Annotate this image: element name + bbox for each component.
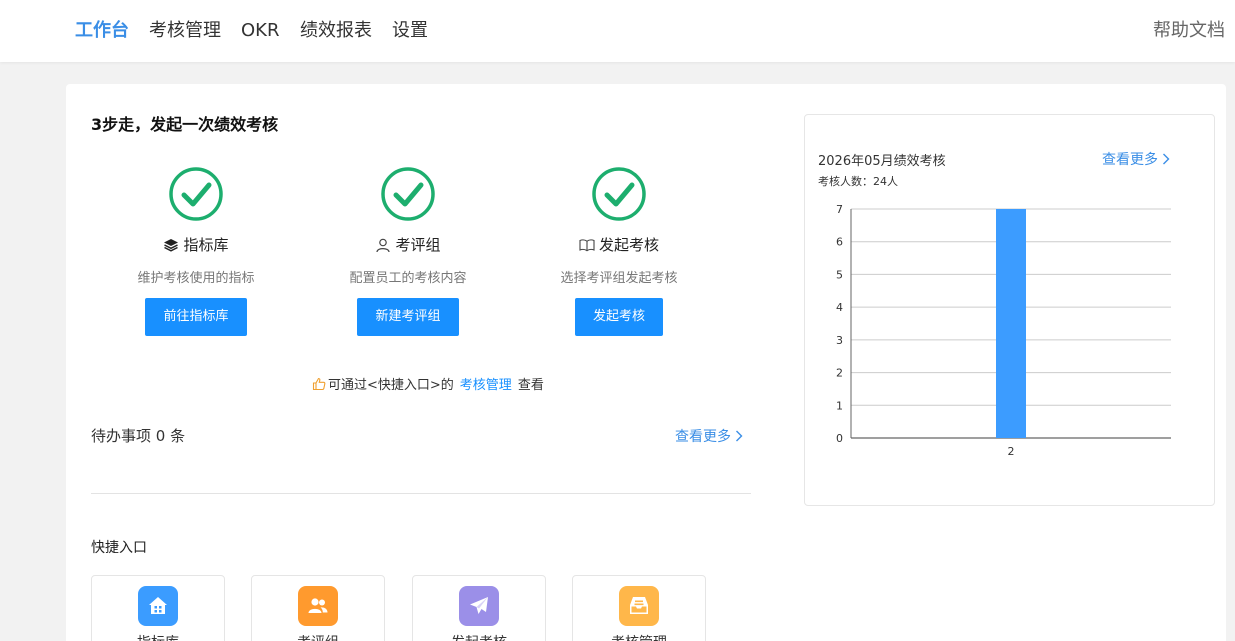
step-name: 考评组 (395, 236, 441, 254)
quick-entry-assessment-management[interactable]: 考核管理 (572, 575, 706, 641)
quick-entry-evaluation-group[interactable]: 考评组 (251, 575, 385, 641)
new-evaluation-group-button[interactable]: 新建考评组 (357, 298, 459, 336)
help-docs-link[interactable]: 帮助文档 (1153, 19, 1225, 43)
divider (91, 493, 751, 494)
quick-entry-indicator-library[interactable]: 指标库 (91, 575, 225, 641)
y-tick-label: 1 (836, 399, 843, 412)
quick-entry-label: 指标库 (92, 632, 224, 641)
x-tick-label: 2 (1008, 445, 1015, 458)
step-name: 发起考核 (598, 236, 659, 254)
go-indicator-library-button[interactable]: 前往指标库 (145, 298, 247, 336)
y-tick-label: 4 (836, 301, 843, 314)
step-description: 维护考核使用的指标 (137, 271, 255, 286)
top-navigation: 工作台 考核管理 OKR 绩效报表 设置 帮助文档 (0, 0, 1235, 62)
check-circle-icon (592, 167, 646, 221)
y-tick-label: 6 (836, 236, 843, 249)
shortcut-tip: 可通过<快捷入口>的 考核管理 查看 (312, 374, 544, 393)
quick-entry-title: 快捷入口 (91, 540, 147, 556)
user-outline-icon (376, 238, 391, 253)
main-card: 3步走，发起一次绩效考核 指标库 维护考核使用的指标 前往指标库 考评组 配置员… (66, 84, 1226, 641)
step-evaluation-group: 考评组 配置员工的考核内容 新建考评组 (298, 166, 518, 336)
users-icon (298, 586, 338, 626)
quick-entry-label: 考评组 (252, 632, 384, 641)
y-tick-label: 0 (836, 432, 843, 445)
paper-plane-icon (459, 586, 499, 626)
nav-item-assessment[interactable]: 考核管理 (149, 19, 221, 43)
assessment-management-link[interactable]: 考核管理 (460, 374, 512, 393)
nav-item-settings[interactable]: 设置 (392, 19, 428, 43)
step-description: 选择考评组发起考核 (560, 271, 678, 286)
start-assessment-button[interactable]: 发起考核 (574, 298, 663, 336)
book-icon (579, 239, 595, 252)
quick-entry-label: 考核管理 (573, 632, 705, 641)
todo-more-link[interactable]: 查看更多 (675, 426, 743, 446)
thumbs-up-icon (312, 377, 326, 390)
inbox-icon (619, 586, 659, 626)
step-description: 配置员工的考核内容 (349, 271, 467, 286)
check-circle-icon (381, 167, 435, 221)
y-tick-label: 2 (836, 367, 843, 380)
bar-chart: 0 1 2 3 4 5 6 7 2 (836, 203, 1171, 458)
tip-text: 可通过<快捷入口>的 (328, 378, 454, 393)
layers-icon (164, 239, 179, 252)
step-name: 指标库 (183, 236, 229, 254)
chevron-right-icon (736, 430, 743, 442)
quick-entry-start-assessment[interactable]: 发起考核 (412, 575, 546, 641)
y-tick-label: 3 (836, 334, 843, 347)
nav-item-reports[interactable]: 绩效报表 (300, 19, 372, 43)
assessment-chart-panel: 2026年05月绩效考核 考核人数：24人 查看更多 012345672 (804, 114, 1215, 506)
nav-item-workbench[interactable]: 工作台 (75, 19, 129, 43)
tip-suffix: 查看 (517, 378, 544, 393)
more-link-label: 查看更多 (675, 429, 731, 445)
steps-title: 3步走，发起一次绩效考核 (91, 115, 279, 134)
y-tick-label: 5 (836, 268, 843, 281)
bar (996, 209, 1026, 438)
check-circle-icon (169, 167, 223, 221)
todo-title: 待办事项 0 条 (91, 427, 186, 445)
quick-entry-label: 发起考核 (413, 632, 545, 641)
house-icon (138, 586, 178, 626)
step-start-assessment: 发起考核 选择考评组发起考核 发起考核 (509, 166, 729, 336)
step-indicator-library: 指标库 维护考核使用的指标 前往指标库 (86, 166, 306, 336)
y-tick-label: 7 (836, 203, 843, 216)
nav-item-okr[interactable]: OKR (241, 19, 279, 43)
